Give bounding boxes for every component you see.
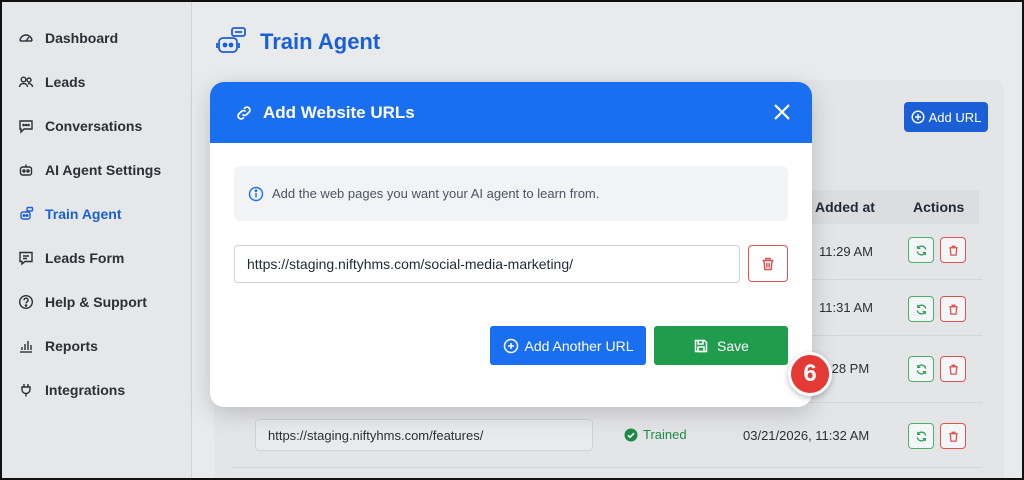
sidebar-item-label: Integrations <box>45 382 126 398</box>
table-header: Added at Actions <box>797 190 979 224</box>
modal-title: Add Website URLs <box>263 102 415 122</box>
delete-button[interactable] <box>940 237 966 263</box>
users-icon <box>16 72 36 92</box>
modal-header: Add Website URLs <box>210 82 812 143</box>
page-title-text: Train Agent <box>260 29 381 54</box>
link-icon <box>237 105 251 120</box>
retrain-button[interactable] <box>908 237 934 263</box>
info-box: Add the web pages you want your AI agent… <box>234 166 788 221</box>
sidebar-item-label: Conversations <box>45 118 143 134</box>
row-added-at: 11:29 AM <box>819 244 873 259</box>
plus-circle-icon <box>911 110 925 124</box>
bar-chart-icon <box>16 336 36 356</box>
form-chat-icon <box>16 248 36 268</box>
url-input[interactable]: https://staging.niftyhms.com/social-medi… <box>234 245 740 283</box>
sidebar-item-label: Help & Support <box>45 294 147 310</box>
app-frame: Dashboard Leads Conversations AI Agent S… <box>0 0 1024 480</box>
sidebar: Dashboard Leads Conversations AI Agent S… <box>2 2 192 478</box>
refresh-icon <box>916 245 926 255</box>
save-icon <box>694 339 708 352</box>
page-title: Train Agent <box>214 24 380 60</box>
plug-icon <box>16 380 36 400</box>
save-button[interactable]: Save <box>654 326 788 365</box>
chat-icon <box>16 116 36 136</box>
row-url-text: https://staging.niftyhms.com/features/ <box>268 427 484 443</box>
add-another-url-button[interactable]: Add Another URL <box>490 326 646 365</box>
sidebar-item-leads[interactable]: Leads <box>16 70 85 94</box>
sidebar-item-label: AI Agent Settings <box>45 162 162 178</box>
robot-icon <box>16 160 36 180</box>
sidebar-item-label: Reports <box>45 338 98 354</box>
plus-circle-icon <box>503 338 518 353</box>
row-added-at: :28 PM <box>828 361 870 376</box>
column-header-added-at: Added at <box>815 199 875 215</box>
retrain-button[interactable] <box>908 423 934 449</box>
retrain-button[interactable] <box>908 356 934 382</box>
trash-icon <box>948 364 958 375</box>
sidebar-item-dashboard[interactable]: Dashboard <box>16 26 118 50</box>
trash-icon <box>948 431 958 442</box>
train-agent-icon <box>214 25 248 59</box>
refresh-icon <box>916 304 926 314</box>
refresh-icon <box>916 364 926 374</box>
info-icon <box>248 186 264 201</box>
row-added-at: 03/21/2026, 11:32 AM <box>743 428 870 443</box>
remove-url-button[interactable] <box>748 245 788 282</box>
sidebar-item-conversations[interactable]: Conversations <box>16 114 142 138</box>
sidebar-item-label: Dashboard <box>45 30 119 46</box>
check-circle-icon <box>624 428 638 441</box>
trash-icon <box>948 304 958 315</box>
sidebar-item-label: Leads Form <box>45 250 125 266</box>
url-input-value: https://staging.niftyhms.com/social-medi… <box>247 256 574 272</box>
add-another-url-label: Add Another URL <box>524 337 634 354</box>
column-header-actions: Actions <box>913 199 965 215</box>
status-badge: Trained <box>624 427 687 442</box>
row-divider <box>232 467 982 468</box>
status-text: Trained <box>643 427 687 442</box>
save-label: Save <box>717 337 749 354</box>
refresh-icon <box>916 431 926 441</box>
sidebar-item-leads-form[interactable]: Leads Form <box>16 246 124 270</box>
sidebar-item-integrations[interactable]: Integrations <box>16 378 125 402</box>
row-added-at: 11:31 AM <box>819 300 873 315</box>
step-number-badge: 6 <box>788 352 832 396</box>
sidebar-item-label: Train Agent <box>45 206 122 222</box>
retrain-button[interactable] <box>908 296 934 322</box>
sidebar-item-ai-agent-settings[interactable]: AI Agent Settings <box>16 158 161 182</box>
trash-icon <box>948 245 958 256</box>
sidebar-item-label: Leads <box>45 74 86 90</box>
sidebar-item-train-agent[interactable]: Train Agent <box>16 202 122 226</box>
add-url-button[interactable]: Add URL <box>904 102 988 132</box>
add-url-label: Add URL <box>928 109 982 125</box>
trash-icon <box>762 257 774 270</box>
sidebar-item-help-support[interactable]: Help & Support <box>16 290 147 314</box>
delete-button[interactable] <box>940 423 966 449</box>
add-website-urls-modal: Add Website URLs Add the web pages you w… <box>210 82 812 407</box>
info-text: Add the web pages you want your AI agent… <box>272 186 600 201</box>
delete-button[interactable] <box>940 296 966 322</box>
sidebar-item-reports[interactable]: Reports <box>16 334 98 358</box>
gauge-icon <box>16 28 36 48</box>
train-agent-icon <box>16 204 36 224</box>
row-url-field[interactable]: https://staging.niftyhms.com/features/ <box>255 419 593 451</box>
question-icon <box>16 292 36 312</box>
close-icon[interactable] <box>772 102 792 122</box>
delete-button[interactable] <box>940 356 966 382</box>
